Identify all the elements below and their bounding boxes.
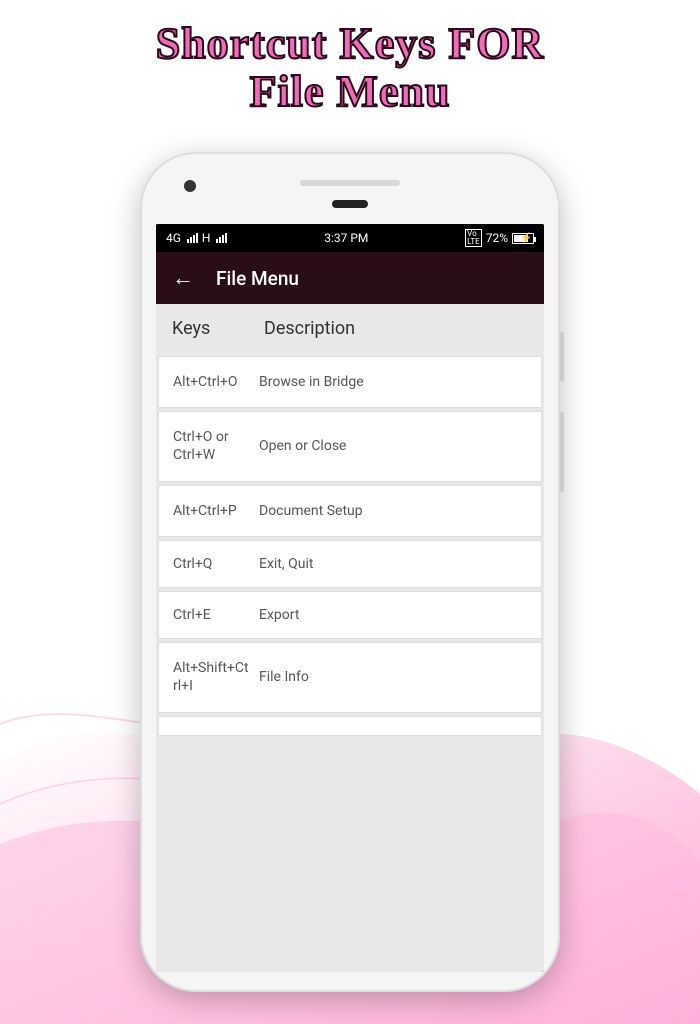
desc-cell: File Info xyxy=(249,669,527,685)
key-cell: Alt+Ctrl+O xyxy=(173,373,249,391)
desc-cell: Browse in Bridge xyxy=(249,374,527,390)
shortcut-list: Alt+Ctrl+O Browse in Bridge Ctrl+O or Ct… xyxy=(156,356,544,736)
list-item[interactable]: Ctrl+Q Exit, Quit xyxy=(158,540,542,588)
header-keys: Keys xyxy=(172,318,264,339)
key-cell: Alt+Shift+Ctrl+I xyxy=(173,659,249,695)
promo-title: Shortcut Keys FOR File Menu xyxy=(0,0,700,117)
list-item[interactable] xyxy=(158,716,542,736)
promo-line-2: File Menu xyxy=(0,68,700,116)
sensor-pill xyxy=(332,200,368,208)
list-item[interactable]: Alt+Shift+Ctrl+I File Info xyxy=(158,642,542,712)
network-extra: H xyxy=(202,231,211,245)
phone-frame: 4G H 3:37 PM VoLTE 72% ⚡ ← File Menu Key… xyxy=(140,152,560,992)
phone-screen: 4G H 3:37 PM VoLTE 72% ⚡ ← File Menu Key… xyxy=(156,224,544,972)
side-button xyxy=(560,412,564,492)
volte-icon: VoLTE xyxy=(465,229,482,247)
list-item[interactable]: Alt+Ctrl+O Browse in Bridge xyxy=(158,356,542,408)
network-type: 4G xyxy=(166,231,181,245)
app-bar-title: File Menu xyxy=(216,267,299,290)
desc-cell: Exit, Quit xyxy=(249,556,527,572)
desc-cell: Document Setup xyxy=(249,503,527,519)
list-item[interactable]: Ctrl+E Export xyxy=(158,591,542,639)
promo-line-1: Shortcut Keys FOR xyxy=(0,20,700,68)
desc-cell: Export xyxy=(249,607,527,623)
camera-dot xyxy=(184,180,196,192)
status-time: 3:37 PM xyxy=(324,231,368,245)
signal-icon xyxy=(216,233,227,243)
back-button[interactable]: ← xyxy=(172,265,194,291)
key-cell: Ctrl+Q xyxy=(173,555,249,573)
list-item[interactable]: Alt+Ctrl+P Document Setup xyxy=(158,485,542,537)
key-cell: Ctrl+E xyxy=(173,606,249,624)
desc-cell: Open or Close xyxy=(249,438,527,454)
signal-icon xyxy=(187,233,198,243)
key-cell: Alt+Ctrl+P xyxy=(173,502,249,520)
status-left: 4G H xyxy=(166,231,227,245)
status-right: VoLTE 72% ⚡ xyxy=(465,229,534,247)
status-bar: 4G H 3:37 PM VoLTE 72% ⚡ xyxy=(156,224,544,252)
key-cell: Ctrl+O or Ctrl+W xyxy=(173,428,249,464)
app-bar: ← File Menu xyxy=(156,252,544,304)
battery-icon: ⚡ xyxy=(512,233,534,244)
speaker-slot xyxy=(300,180,400,186)
content-area[interactable]: Keys Description Alt+Ctrl+O Browse in Br… xyxy=(156,304,544,972)
header-description: Description xyxy=(264,318,528,339)
side-button xyxy=(560,332,564,382)
battery-percent: 72% xyxy=(486,231,508,245)
table-header: Keys Description xyxy=(156,304,544,353)
list-item[interactable]: Ctrl+O or Ctrl+W Open or Close xyxy=(158,411,542,481)
